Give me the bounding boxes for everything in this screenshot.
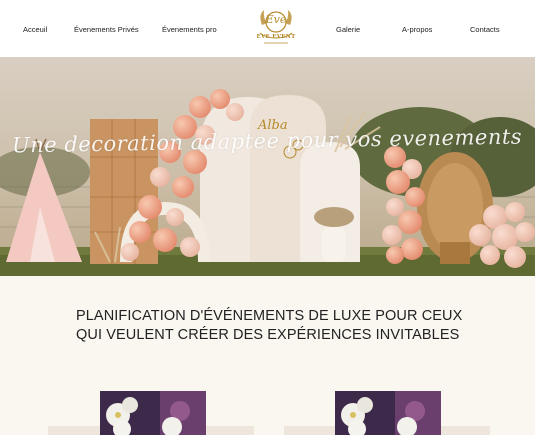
event-card-image-left[interactable] xyxy=(100,391,206,435)
nav-link-acceuil[interactable]: Acceuil xyxy=(23,25,47,34)
nav-link-evenements-prives[interactable]: Évenements Privés xyxy=(74,25,139,34)
logo-brand-text: EVE EVENT xyxy=(256,34,296,40)
flowers-image xyxy=(335,391,441,435)
nav-link-evenements-pro[interactable]: Évenements pro xyxy=(162,25,217,34)
eve-event-logo[interactable]: Eve EVE EVENT xyxy=(254,5,298,49)
top-navigation: Acceuil Évenements Privés Évenements pro… xyxy=(0,0,535,57)
headline-line-2: QUI VEULENT CRÉER DES EXPÉRIENCES INVITA… xyxy=(76,326,460,343)
event-card-image-right[interactable] xyxy=(335,391,441,435)
section-headline: PLANIFICATION D'ÉVÉNEMENTS DE LUXE POUR … xyxy=(76,307,496,344)
nav-link-contacts[interactable]: Contacts xyxy=(470,25,500,34)
nav-link-a-propos[interactable]: A-propos xyxy=(402,25,432,34)
flowers-image xyxy=(100,391,206,435)
hero-event-decor-image: Alba xyxy=(0,57,535,276)
nav-link-galerie[interactable]: Galerie xyxy=(336,25,360,34)
headline-line-1: PLANIFICATION D'ÉVÉNEMENTS DE LUXE POUR … xyxy=(76,308,463,324)
logo-emblem-icon xyxy=(259,10,293,44)
logo-script-text: Eve xyxy=(265,13,287,26)
hero-banner: Alba Une decoration adaptee pour vos eve… xyxy=(0,57,535,276)
